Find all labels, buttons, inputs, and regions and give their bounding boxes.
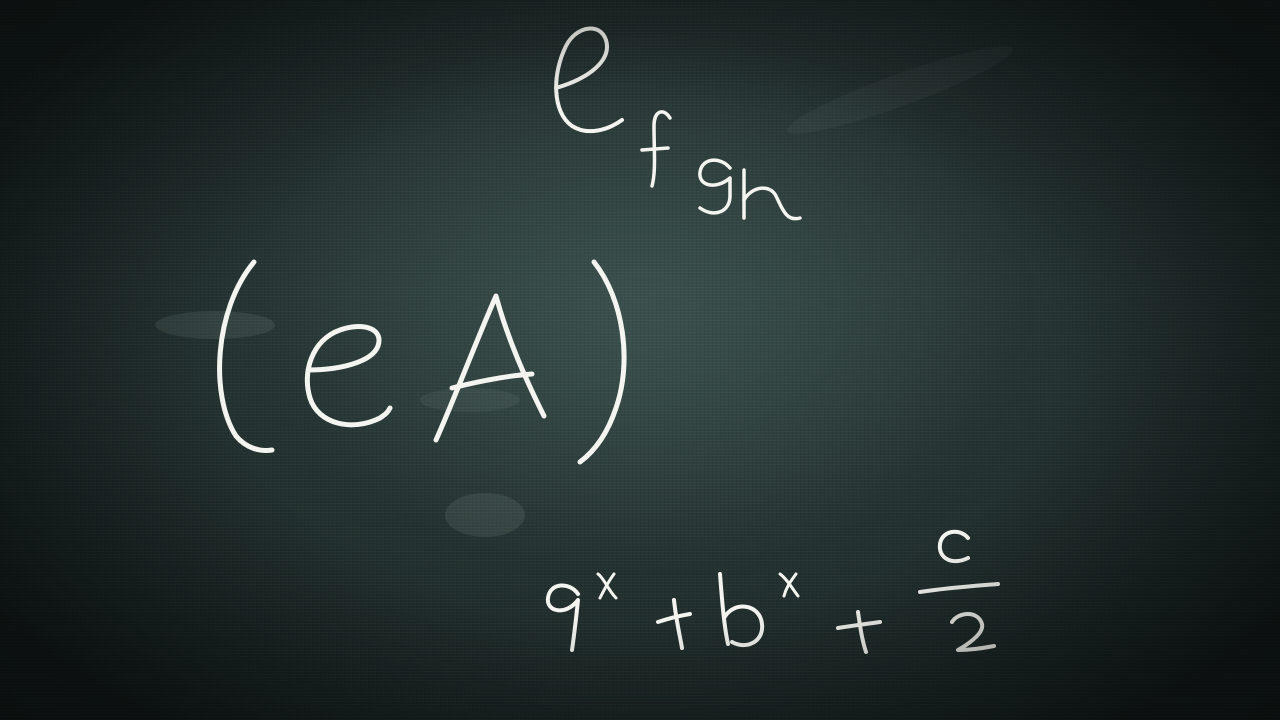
- letter-a-bottom: [545, 583, 580, 652]
- fraction-numerator-c: [937, 529, 970, 564]
- plus-sign-1: [656, 598, 692, 650]
- chalkboard: e f g h (eA) a^x + b^x + c/2: [0, 0, 1280, 720]
- fraction-denominator-2: [950, 612, 996, 652]
- superscript-x-1: [596, 572, 618, 600]
- handwriting-bottom-expression: [545, 529, 1000, 654]
- fraction-bar: [918, 582, 1000, 594]
- letter-b-bottom: [718, 572, 765, 648]
- superscript-x-2: [778, 572, 800, 598]
- plus-sign-2: [836, 610, 882, 654]
